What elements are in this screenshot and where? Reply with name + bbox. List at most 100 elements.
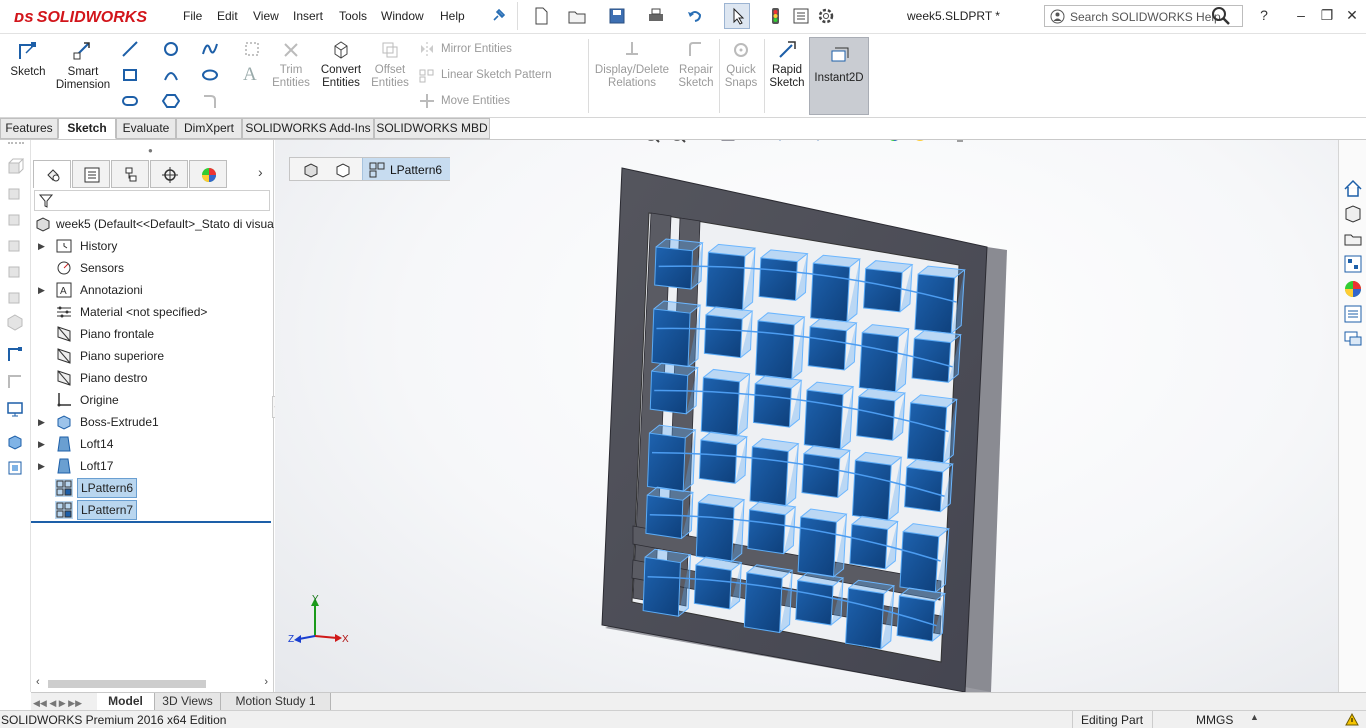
tab-scroll-arrows[interactable]: ◀◀ ◀ ▶ ▶▶ <box>33 695 95 708</box>
feature-manager-tab[interactable] <box>33 160 71 188</box>
linear-pattern-tool-icon[interactable] <box>418 66 436 84</box>
linear-sketch-pattern-label[interactable]: Linear Sketch Pattern <box>441 69 552 81</box>
repair-sketch-button[interactable]: Repair Sketch <box>676 39 716 90</box>
close-icon[interactable]: ✕ <box>1343 6 1361 24</box>
rectangle-icon[interactable] <box>121 66 139 84</box>
sweep-icon[interactable] <box>6 209 24 227</box>
restore-icon[interactable]: ❐ <box>1318 6 1336 24</box>
minimize-icon[interactable]: – <box>1292 6 1310 24</box>
cut-icon[interactable] <box>6 261 24 279</box>
status-units[interactable]: MMGS <box>1196 713 1233 727</box>
smart-dimension-button[interactable]: Smart Dimension <box>55 39 111 92</box>
move-entities-label[interactable]: Move Entities <box>441 95 510 107</box>
expand-arrow-icon[interactable]: ▶ <box>38 434 45 454</box>
display-delete-relations-button[interactable]: Display/Delete Relations <box>592 39 672 90</box>
tab-features[interactable]: Features <box>0 118 58 139</box>
configuration-manager-tab[interactable] <box>111 160 149 188</box>
file-properties-icon[interactable] <box>791 6 811 26</box>
tree-filter-input[interactable] <box>34 190 270 211</box>
loft-tool-icon[interactable] <box>6 235 24 253</box>
menu-tools[interactable]: Tools <box>339 9 367 23</box>
rebuild-status-icon[interactable] <box>1344 712 1360 728</box>
extrude-icon[interactable] <box>6 157 24 175</box>
move-icon[interactable] <box>418 92 436 110</box>
trim-entities-button[interactable]: Trim Entities <box>272 39 310 90</box>
3d-sketch-icon[interactable] <box>6 372 24 390</box>
menu-file[interactable]: File <box>183 9 202 23</box>
home-icon[interactable] <box>1342 178 1364 200</box>
view-palette-icon[interactable] <box>1342 253 1364 275</box>
menu-help[interactable]: Help <box>440 9 465 23</box>
graphics-area[interactable]: LPattern6 Y X Z <box>275 140 1338 692</box>
new-document-icon[interactable] <box>531 6 551 26</box>
select-button[interactable] <box>724 3 750 29</box>
sketch-button[interactable]: Sketch <box>6 39 50 79</box>
tab-motion-study[interactable]: Motion Study 1 <box>221 693 331 710</box>
tab-evaluate[interactable]: Evaluate <box>116 118 176 139</box>
tree-horizontal-scrollbar[interactable]: ‹ › <box>34 676 270 690</box>
undo-icon[interactable] <box>685 6 705 26</box>
expand-arrow-icon[interactable]: ▶ <box>38 412 45 432</box>
spline-icon[interactable] <box>201 40 219 58</box>
tree-item-origine[interactable]: Origine <box>31 390 271 410</box>
tab-model[interactable]: Model <box>97 693 155 710</box>
search-icon[interactable] <box>1211 6 1231 26</box>
tree-item-annotazioni[interactable]: ▶ A Annotazioni <box>31 280 271 300</box>
units-dropdown-icon[interactable]: ▲ <box>1250 712 1259 722</box>
dimxpert-manager-tab[interactable] <box>150 160 188 188</box>
circle-icon[interactable] <box>162 40 180 58</box>
text-icon[interactable]: A <box>243 64 257 86</box>
tree-item-piano-frontale[interactable]: Piano frontale <box>31 324 271 344</box>
model-view[interactable] <box>275 140 1338 692</box>
solidworks-logo[interactable]: ᴅs SOLIDWORKS <box>14 7 147 27</box>
forum-icon[interactable] <box>1342 328 1364 350</box>
expand-arrow-icon[interactable]: ▶ <box>38 236 45 256</box>
tree-item-loft14[interactable]: ▶ Loft14 <box>31 434 271 454</box>
polygon-icon[interactable] <box>162 92 180 110</box>
expand-arrow-icon[interactable]: ▶ <box>38 456 45 476</box>
pin-icon[interactable] <box>488 6 508 26</box>
menu-window[interactable]: Window <box>381 9 424 23</box>
tree-item-piano-superiore[interactable]: Piano superiore <box>31 346 271 366</box>
design-library-icon[interactable] <box>1342 203 1364 225</box>
custom-properties-icon[interactable] <box>1342 303 1364 325</box>
print-icon[interactable] <box>646 6 666 26</box>
construction-geometry-icon[interactable] <box>243 40 261 58</box>
arc-icon[interactable] <box>162 66 180 84</box>
tab-3d-views[interactable]: 3D Views <box>155 693 221 710</box>
panel-grip[interactable]: ● <box>148 146 153 155</box>
tree-root-part[interactable]: week5 (Default<<Default>_Stato di visua <box>31 214 274 234</box>
revolve-icon[interactable] <box>6 183 24 201</box>
tab-sketch[interactable]: Sketch <box>58 118 116 139</box>
view-cube-icon[interactable] <box>6 433 24 451</box>
tab-mbd[interactable]: SOLIDWORKS MBD <box>374 118 490 139</box>
tree-item-material-not-specified[interactable]: Material <not specified> <box>31 302 271 322</box>
sketch-mode-icon[interactable] <box>6 345 24 363</box>
panel-tabs-next-icon[interactable]: › <box>258 164 263 180</box>
viewport-tile-right-icon[interactable]: ⎘ <box>1262 140 1272 141</box>
section-view-icon[interactable] <box>6 459 24 477</box>
tree-item-boss-extrude1[interactable]: ▶ Boss-Extrude1 <box>31 412 271 432</box>
tree-item-sensors[interactable]: Sensors <box>31 258 271 278</box>
quick-snaps-button[interactable]: Quick Snaps <box>722 39 760 90</box>
tree-item-history[interactable]: ▶ History <box>31 236 271 256</box>
options-gear-icon[interactable] <box>816 6 836 26</box>
rebuild-traffic-light-icon[interactable] <box>765 6 785 26</box>
line-icon[interactable] <box>121 40 139 58</box>
file-explorer-icon[interactable] <box>1342 228 1364 250</box>
expand-arrow-icon[interactable]: ▶ <box>38 280 45 300</box>
ellipse-icon[interactable] <box>201 66 219 84</box>
offset-entities-button[interactable]: Offset Entities <box>370 39 410 90</box>
menu-insert[interactable]: Insert <box>293 9 323 23</box>
tree-item-piano-destro[interactable]: Piano destro <box>31 368 271 388</box>
tab-addins[interactable]: SOLIDWORKS Add-Ins <box>242 118 374 139</box>
property-manager-tab[interactable] <box>72 160 110 188</box>
menu-edit[interactable]: Edit <box>217 9 238 23</box>
appearances-icon[interactable] <box>1342 278 1364 300</box>
rapid-sketch-button[interactable]: Rapid Sketch <box>766 39 808 90</box>
instant2d-button[interactable]: Instant2D <box>809 37 869 115</box>
rollback-bar[interactable] <box>31 521 271 523</box>
open-folder-icon[interactable] <box>567 6 587 26</box>
mirror-entities-label[interactable]: Mirror Entities <box>441 43 512 55</box>
display-icon[interactable] <box>6 400 24 418</box>
